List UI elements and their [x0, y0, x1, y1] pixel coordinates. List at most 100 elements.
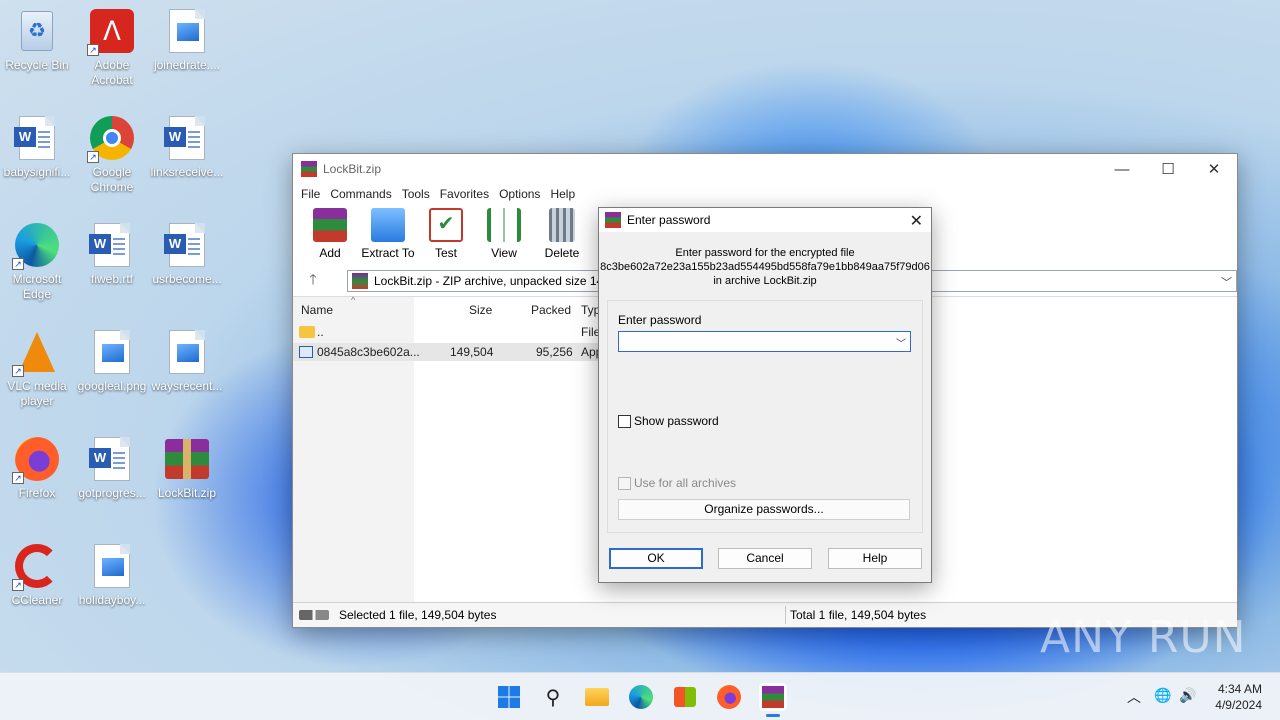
status-total: Total 1 file, 149,504 bytes [790, 608, 927, 622]
ok-button[interactable]: OK [609, 548, 703, 569]
store-icon[interactable] [671, 683, 699, 711]
organize-passwords-button[interactable]: Organize passwords... [618, 499, 910, 520]
chevron-down-icon[interactable]: ﹀ [896, 335, 906, 350]
desktop-icon-google-chrome[interactable]: ↗ Google Chrome [75, 115, 149, 195]
cancel-button[interactable]: Cancel [718, 548, 812, 569]
zip-icon [352, 273, 368, 289]
test-label: Test [434, 246, 457, 260]
desktop-icon-label: linksreceive... [150, 165, 224, 179]
word-document-icon: W [89, 436, 135, 482]
recycle-bin-icon: ♻ [14, 8, 60, 54]
desktop-icon-linksreceive[interactable]: W linksreceive... [150, 115, 224, 180]
window-titlebar[interactable]: LockBit.zip — ☐ ✕ [293, 154, 1237, 184]
desktop-icon-label: Microsoft Edge [12, 272, 62, 301]
drive-key-icon [299, 610, 329, 620]
clock[interactable]: 4:34 AM 4/9/2024 [1215, 681, 1262, 713]
file-explorer-icon[interactable] [583, 683, 611, 711]
volume-icon[interactable]: 🔊 [1179, 687, 1196, 704]
add-button[interactable]: Add [301, 208, 359, 264]
menu-help[interactable]: Help [545, 187, 580, 201]
test-button[interactable]: ✔ Test [417, 208, 475, 264]
maximize-icon[interactable]: ☐ [1145, 154, 1191, 184]
close-icon[interactable]: ✕ [1191, 154, 1237, 184]
desktop-icon-firefox[interactable]: ↗ Firefox [0, 436, 74, 501]
desktop-icon-babysignifi[interactable]: W babysignifi... [0, 115, 74, 180]
chrome-icon: ↗ [87, 115, 135, 163]
winrar-app-icon [301, 161, 317, 177]
column-name[interactable]: Name [301, 303, 333, 317]
ccleaner-icon: ↗ [12, 543, 60, 591]
menu-commands[interactable]: Commands [325, 187, 396, 201]
desktop-icon-label: LockBit.zip [157, 486, 217, 500]
column-packed[interactable]: Packed [531, 303, 571, 317]
desktop-icon-label: holidayboy... [78, 593, 146, 607]
menu-file[interactable]: File [296, 187, 325, 201]
desktop-icon-holidayboy[interactable]: holidayboy... [75, 543, 149, 608]
close-icon[interactable]: ✕ [910, 211, 923, 231]
menu-tools[interactable]: Tools [397, 187, 435, 201]
start-windows-icon[interactable] [495, 683, 523, 711]
chevron-up-icon[interactable]: ︿ [1127, 687, 1141, 707]
winrar-app-icon [605, 212, 621, 228]
extract-to-button[interactable]: Extract To [359, 208, 417, 264]
desktop-icon-ccleaner[interactable]: ↗ CCleaner [0, 543, 74, 608]
desktop-icon-adobe-acrobat[interactable]: ᐱ ↗ Adobe Acrobat [75, 8, 149, 88]
desktop-icon-label: Adobe Acrobat [91, 58, 133, 87]
password-field[interactable]: ﹀ [618, 331, 911, 352]
active-app-indicator [766, 714, 780, 717]
show-password-checkbox[interactable]: Show password [618, 414, 719, 428]
firefox-icon[interactable] [715, 683, 743, 711]
desktop-icon-fiweb[interactable]: W fiweb.rtf [75, 222, 149, 287]
folder-icon [299, 326, 315, 338]
delete-button[interactable]: Delete [533, 208, 591, 264]
help-button[interactable]: Help [828, 548, 922, 569]
dialog-title: Enter password [627, 213, 711, 227]
row-name: 0845a8c3be602a... [317, 345, 420, 359]
desktop-icon-label: Recycle Bin [5, 58, 69, 72]
status-divider [785, 606, 786, 624]
column-size[interactable]: Size [469, 303, 492, 317]
desktop-icon-joinedrate[interactable]: joinedrate.... [150, 8, 224, 73]
desktop-icon-microsoft-edge[interactable]: ↗ Microsoft Edge [0, 222, 74, 302]
network-globe-icon[interactable]: 🌐 [1154, 687, 1171, 704]
chevron-down-icon[interactable]: ﹀ [1221, 274, 1232, 290]
image-file-icon [89, 543, 135, 589]
minimize-icon[interactable]: — [1099, 154, 1145, 184]
winrar-taskbar-icon[interactable] [759, 683, 787, 711]
table-row[interactable]: 0845a8c3be602a... 149,504 95,256 App [293, 343, 613, 361]
checkbox-box [618, 476, 631, 490]
acrobat-icon: ᐱ ↗ [87, 8, 135, 56]
enter-password-dialog[interactable]: Enter password ✕ Enter password for the … [598, 207, 932, 583]
trash-icon [549, 208, 575, 242]
view-button[interactable]: View [475, 208, 533, 264]
word-document-icon: W [89, 222, 135, 268]
table-row[interactable]: .. File [293, 323, 613, 341]
edge-icon[interactable] [627, 683, 655, 711]
desktop-icon-googleal[interactable]: googleal.png [75, 329, 149, 394]
row-name: .. [317, 325, 324, 339]
search-icon[interactable]: ⚲ [539, 683, 567, 711]
row-size: 149,504 [450, 345, 494, 359]
desktop-icon-label: joinedrate.... [153, 58, 221, 72]
desktop-icon-label: googleal.png [77, 379, 147, 393]
password-input[interactable] [619, 332, 889, 351]
desktop-icon-lockbit-zip[interactable]: LockBit.zip [150, 436, 224, 501]
desktop-icon-label: Firefox [18, 486, 56, 500]
use-for-all-label: Use for all archives [634, 476, 737, 490]
word-document-icon: W [164, 115, 210, 161]
image-file-icon [164, 8, 210, 54]
show-password-label: Show password [634, 414, 719, 428]
checkbox-box[interactable] [618, 414, 631, 428]
word-document-icon: W [164, 222, 210, 268]
desktop-icon-vlc[interactable]: ↗ VLC media player [0, 329, 74, 409]
dialog-titlebar[interactable]: Enter password ✕ [599, 208, 931, 232]
menu-favorites[interactable]: Favorites [435, 187, 494, 201]
desktop-icon-gotprogres[interactable]: W gotprogres... [75, 436, 149, 501]
desktop-icon-waysrecent[interactable]: waysrecent... [150, 329, 224, 394]
desktop-icon-usrbecome[interactable]: W usrbecome... [150, 222, 224, 287]
up-arrow-icon[interactable]: 🡑 [293, 269, 333, 293]
use-for-all-checkbox: Use for all archives [618, 476, 736, 490]
delete-label: Delete [544, 246, 580, 260]
desktop-icon-recycle-bin[interactable]: ♻ Recycle Bin [0, 8, 74, 73]
menu-options[interactable]: Options [494, 187, 545, 201]
